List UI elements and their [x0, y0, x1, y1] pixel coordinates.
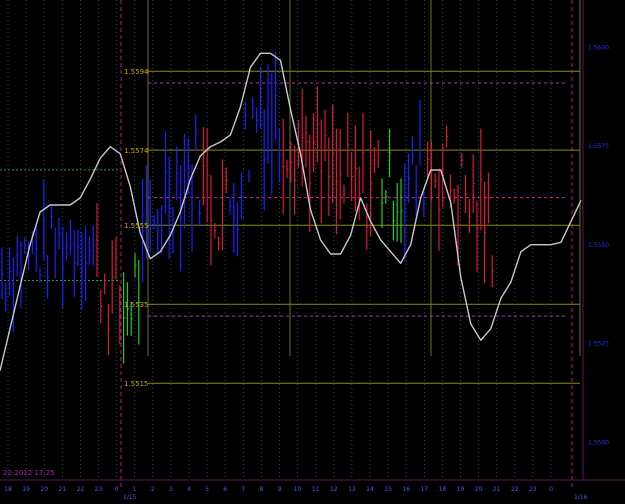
x-tick-label: 8: [259, 486, 263, 493]
axis-labels: 18 19 20 21 22 23 0 1 2 3 4 5 6 7 8 9 10 11 12 13 14 15 16 17 18…: [3, 44, 609, 501]
x-tick-label: 9: [278, 486, 282, 493]
x-tick-label: 0: [549, 486, 553, 493]
x-tick-label: 23: [95, 486, 103, 493]
level-label: 1.5515: [124, 380, 149, 388]
x-tick-label: 14: [366, 486, 374, 493]
x-tick-label: 11: [312, 486, 320, 493]
x-tick-label: 2: [151, 486, 155, 493]
x-tick-label: 7: [241, 486, 245, 493]
x-tick-label: 22: [77, 486, 85, 493]
x-tick-label: 15: [384, 486, 392, 493]
x-tick-label: 21: [493, 486, 501, 493]
x-tick-label: 5: [205, 486, 209, 493]
x-tick-label: 12: [330, 486, 338, 493]
x-tick-label: 13: [348, 486, 356, 493]
x-tick-label: 19: [22, 486, 30, 493]
x-day-label: 1/16: [574, 494, 588, 501]
x-tick-label: 21: [58, 486, 66, 493]
forex-chart: 18 19 20 21 22 23 0 1 2 3 4 5 6 7 8 9 10 11 12 13 14 15 16 17 18…: [0, 0, 625, 501]
x-tick-label: 18: [4, 486, 12, 493]
x-tick-label: 10: [294, 486, 302, 493]
right-axis-label: 1.5575: [588, 143, 609, 150]
right-axis-label: 1.5525: [588, 341, 609, 348]
x-tick-label: 19: [457, 486, 465, 493]
chart-window: 18 19 20 21 22 23 0 1 2 3 4 5 6 7 8 9 10 11 12 13 14 15 16 17 18…: [0, 0, 625, 504]
x-tick-label: 22: [511, 486, 519, 493]
x-tick-label: 3: [169, 486, 173, 493]
x-tick-label: 17: [420, 486, 428, 493]
x-tick-label: 20: [475, 486, 483, 493]
x-tick-label: 4: [187, 486, 191, 493]
x-tick-label: 20: [40, 486, 48, 493]
level-label: 1.5594: [124, 68, 149, 76]
level-label: 1.5535: [124, 301, 149, 309]
x-tick-label: 16: [402, 486, 410, 493]
x-tick-label: 23: [529, 486, 537, 493]
right-axis-label: 1.5600: [588, 44, 609, 51]
timestamp-label: 22-2012 17:25: [3, 469, 55, 477]
level-label: 1.5574: [124, 147, 149, 155]
right-axis-label: 1.5500: [588, 439, 609, 446]
x-tick-label: 6: [223, 486, 227, 493]
right-axis-label: 1.5550: [588, 242, 609, 249]
level-label: 1.5555: [124, 222, 149, 230]
price-bars: [1, 51, 494, 364]
x-tick-label: 18: [439, 486, 447, 493]
x-tick-label: 1: [133, 486, 137, 493]
x-day-label: 1/15: [123, 494, 137, 501]
x-tick-label: 0: [115, 486, 119, 493]
